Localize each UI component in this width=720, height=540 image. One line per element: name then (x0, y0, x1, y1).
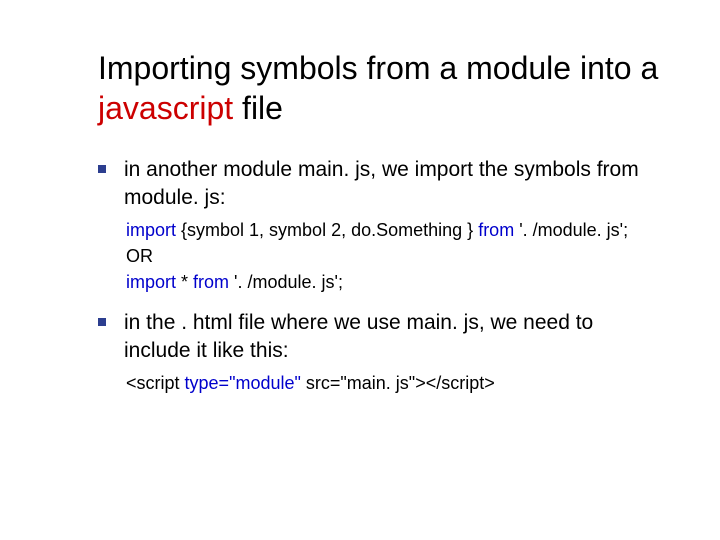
code-text: {symbol 1, symbol 2, do.Something } (176, 220, 478, 240)
code-or: OR (126, 243, 660, 269)
keyword-import: import (126, 272, 176, 292)
code-text: '. /module. js'; (514, 220, 628, 240)
bullet-text-1: in another module main. js, we import th… (124, 156, 660, 213)
keyword-from: from (193, 272, 229, 292)
bullet-block-1: in another module main. js, we import th… (98, 156, 660, 295)
code-line-2: import * from '. /module. js'; (126, 269, 660, 295)
title-text-pre: Importing symbols from a module into a (98, 50, 658, 86)
slide-title: Importing symbols from a module into a j… (98, 48, 660, 128)
title-text-post: file (233, 90, 283, 126)
code-block-2: <script type="module" src="main. js"></s… (126, 370, 660, 396)
square-bullet-icon (98, 318, 106, 326)
code-text: src="main. js"></script> (301, 373, 495, 393)
square-bullet-icon (98, 165, 106, 173)
keyword-import: import (126, 220, 176, 240)
code-text: <script (126, 373, 185, 393)
title-highlight: javascript (98, 90, 233, 126)
bullet-block-2: in the . html file where we use main. js… (98, 309, 660, 396)
bullet-row: in the . html file where we use main. js… (98, 309, 660, 366)
code-block-1: import {symbol 1, symbol 2, do.Something… (126, 217, 660, 295)
bullet-row: in another module main. js, we import th… (98, 156, 660, 213)
code-text: * (176, 272, 193, 292)
attr-type-module: type="module" (185, 373, 301, 393)
keyword-from: from (478, 220, 514, 240)
code-text: '. /module. js'; (229, 272, 343, 292)
code-line-1: import {symbol 1, symbol 2, do.Something… (126, 217, 660, 243)
slide: Importing symbols from a module into a j… (0, 0, 720, 540)
bullet-text-2: in the . html file where we use main. js… (124, 309, 660, 366)
